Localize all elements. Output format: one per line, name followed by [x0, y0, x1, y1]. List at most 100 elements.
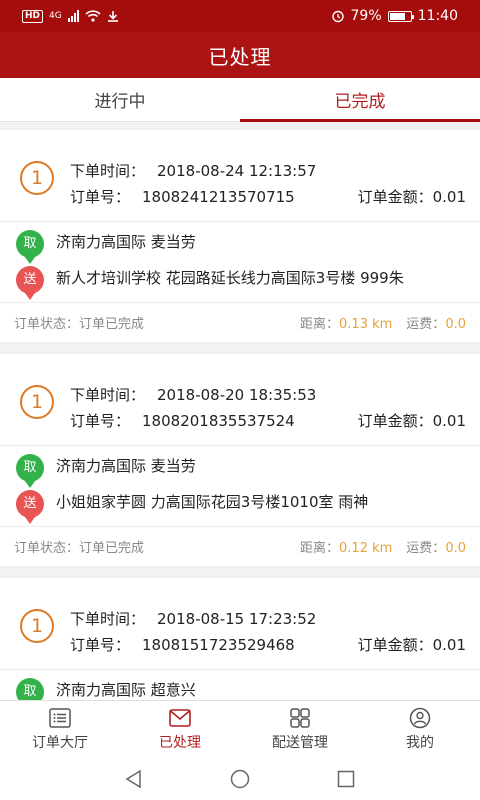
fee-label: 运费： — [406, 541, 446, 556]
pickup-badge-icon: 取 — [16, 230, 44, 264]
order-metrics: 距离：0.12 km 运费：0.0 — [300, 537, 466, 556]
pickup-address-row: 取 济南力高国际 超意兴 — [0, 670, 480, 700]
recent-apps-icon[interactable] — [335, 768, 357, 790]
order-time-value: 2018-08-20 18:35:53 — [157, 386, 317, 404]
page-title: 已处理 — [208, 44, 272, 69]
tab-label: 订单大厅 — [32, 735, 88, 751]
clock: 11:40 — [417, 8, 458, 24]
tab-in-progress[interactable]: 进行中 — [0, 78, 240, 121]
order-amount: 订单金额：0.01 — [358, 186, 466, 207]
order-status-value: 订单已完成 — [79, 541, 145, 556]
order-number-value: 1808241213570715 — [142, 188, 295, 206]
signal-icon — [67, 10, 79, 22]
pickup-address: 济南力高国际 麦当劳 — [56, 233, 196, 251]
order-header: 1 下单时间： 2018-08-15 17:23:52 订单号： 180815172… — [0, 578, 480, 670]
distance-value: 0.13 km — [339, 317, 393, 332]
order-amount: 订单金额：0.01 — [358, 634, 466, 655]
fee-label: 运费： — [406, 317, 446, 332]
order-metrics: 距离：0.13 km 运费：0.0 — [300, 313, 466, 332]
delivery-address-row: 送 新人才培训学校 花园路延长线力高国际3号楼 999朱 — [0, 258, 480, 300]
order-status-value: 订单已完成 — [79, 317, 145, 332]
order-time-value: 2018-08-24 12:13:57 — [157, 162, 317, 180]
system-nav-bar — [0, 758, 480, 800]
fee-value: 0.0 — [445, 317, 466, 332]
order-number-value: 1808151723529468 — [142, 636, 295, 654]
order-amount-value: 0.01 — [432, 412, 466, 430]
pickup-address: 济南力高国际 麦当劳 — [56, 457, 196, 475]
pickup-address-row: 取 济南力高国际 麦当劳 — [0, 222, 480, 264]
order-time-value: 2018-08-15 17:23:52 — [157, 610, 317, 628]
order-amount-label: 订单金额： — [357, 636, 433, 654]
delivery-address: 小姐姐家芋圆 力高国际花园3号楼1010室 雨神 — [56, 493, 369, 511]
order-number-label: 订单号： — [70, 636, 131, 654]
network-type: 4G — [49, 11, 62, 21]
home-icon[interactable] — [229, 768, 251, 790]
tab-delivery-management[interactable]: 配送管理 — [240, 701, 360, 758]
wifi-icon — [85, 10, 101, 22]
delivery-address-row: 送 小姐姐家芋圆 力高国际花园3号楼1010室 雨神 — [0, 482, 480, 524]
distance-label: 距离： — [300, 541, 340, 556]
order-index-badge: 1 — [20, 161, 54, 195]
tab-order-hall[interactable]: 订单大厅 — [0, 701, 120, 758]
back-icon[interactable] — [123, 768, 145, 790]
order-amount-value: 0.01 — [432, 188, 466, 206]
order-index-badge: 1 — [20, 609, 54, 643]
tab-processed[interactable]: 已处理 — [120, 701, 240, 758]
order-card[interactable]: 1 下单时间： 2018-08-24 12:13:57 订单号： 180824121… — [0, 130, 480, 342]
order-number-row: 订单号： 1808201835537524 — [70, 410, 295, 431]
order-amount-label: 订单金额： — [357, 188, 433, 206]
grid-icon — [290, 708, 310, 728]
order-list[interactable]: 1 下单时间： 2018-08-24 12:13:57 订单号： 180824121… — [0, 130, 480, 700]
distance-label: 距离： — [300, 317, 340, 332]
fee-value: 0.0 — [445, 541, 466, 556]
pickup-address-row: 取 济南力高国际 麦当劳 — [0, 446, 480, 488]
order-amount-value: 0.01 — [432, 636, 466, 654]
order-time-label: 下单时间： — [70, 610, 146, 628]
order-time-label: 下单时间： — [70, 386, 146, 404]
status-bar: HD 4G 79% 11:40 — [0, 0, 480, 32]
order-index-badge: 1 — [20, 385, 54, 419]
order-number-row: 订单号： 1808151723529468 — [70, 634, 295, 655]
delivery-badge-icon: 送 — [16, 490, 44, 524]
order-tabs: 进行中 已完成 — [0, 78, 480, 122]
order-time-label: 下单时间： — [70, 162, 146, 180]
pickup-badge-icon: 取 — [16, 454, 44, 488]
tab-label: 已处理 — [159, 735, 201, 751]
delivery-badge-icon: 送 — [16, 266, 44, 300]
pickup-address: 济南力高国际 超意兴 — [56, 681, 196, 699]
battery-icon — [387, 10, 414, 22]
order-footer: 订单状态：订单已完成 距离：0.12 km 运费：0.0 — [0, 526, 480, 566]
user-icon — [409, 707, 431, 729]
order-status: 订单状态：订单已完成 — [14, 537, 144, 556]
order-number-row: 订单号： 1808241213570715 — [70, 186, 295, 207]
order-status-label: 订单状态： — [14, 541, 80, 556]
order-header: 1 下单时间： 2018-08-24 12:13:57 订单号： 180824121… — [0, 130, 480, 222]
tab-completed[interactable]: 已完成 — [240, 78, 480, 122]
title-bar: 已处理 — [0, 32, 480, 78]
order-amount-label: 订单金额： — [357, 412, 433, 430]
order-time-row: 下单时间： 2018-08-24 12:13:57 — [70, 160, 316, 181]
alarm-icon — [331, 10, 344, 23]
delivery-address: 新人才培训学校 花园路延长线力高国际3号楼 999朱 — [56, 269, 404, 287]
tab-label: 我的 — [406, 735, 434, 751]
mail-icon — [169, 709, 191, 727]
order-status-label: 订单状态： — [14, 317, 80, 332]
order-time-row: 下单时间： 2018-08-15 17:23:52 — [70, 608, 316, 629]
pickup-badge-icon: 取 — [16, 678, 44, 700]
tab-mine[interactable]: 我的 — [360, 701, 480, 758]
distance-value: 0.12 km — [339, 541, 393, 556]
order-number-value: 1808201835537524 — [142, 412, 295, 430]
list-icon — [49, 708, 71, 728]
hd-indicator: HD — [22, 9, 44, 23]
order-status: 订单状态：订单已完成 — [14, 313, 144, 332]
order-card[interactable]: 1 下单时间： 2018-08-15 17:23:52 订单号： 180815172… — [0, 578, 480, 700]
battery-percent: 79% — [350, 8, 382, 24]
order-number-label: 订单号： — [70, 412, 131, 430]
order-card[interactable]: 1 下单时间： 2018-08-20 18:35:53 订单号： 180820183… — [0, 354, 480, 566]
order-header: 1 下单时间： 2018-08-20 18:35:53 订单号： 180820183… — [0, 354, 480, 446]
order-time-row: 下单时间： 2018-08-20 18:35:53 — [70, 384, 316, 405]
download-icon — [107, 11, 118, 22]
order-amount: 订单金额：0.01 — [358, 410, 466, 431]
order-footer: 订单状态：订单已完成 距离：0.13 km 运费：0.0 — [0, 302, 480, 342]
bottom-tab-bar: 订单大厅 已处理 配送管理 我的 — [0, 700, 480, 758]
